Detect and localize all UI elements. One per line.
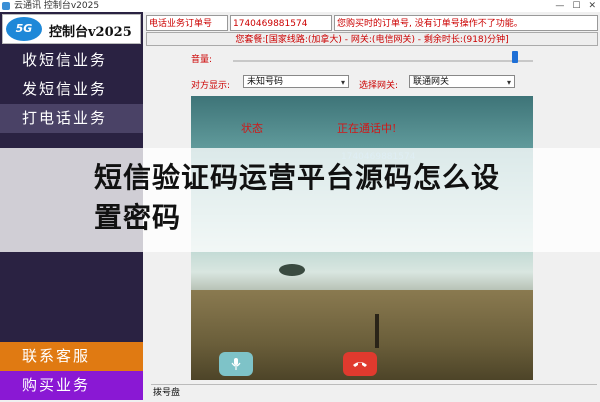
caller-display-label: 对方显示: — [191, 81, 231, 91]
order-number-field[interactable]: 1740469881574 — [230, 15, 332, 31]
order-hint: 您购买时的订单号, 没有订单号操作不了功能。 — [334, 15, 598, 31]
dialpad-tab[interactable]: 拨号盘 — [151, 384, 597, 400]
volume-label: 音量: — [191, 55, 213, 65]
microphone-icon — [231, 358, 241, 370]
hang-up-button[interactable] — [343, 352, 377, 376]
app-icon — [2, 2, 10, 10]
sidebar-item-send-sms[interactable]: 发短信业务 — [0, 75, 143, 104]
volume-slider[interactable] — [233, 60, 533, 62]
sidebar-item-receive-sms[interactable]: 收短信业务 — [0, 46, 143, 75]
order-label: 电话业务订单号 — [146, 15, 228, 31]
volume-slider-thumb[interactable] — [512, 51, 518, 63]
maximize-icon[interactable]: ☐ — [572, 1, 580, 11]
tree-graphic — [279, 264, 305, 276]
window-controls: — ☐ ✕ — [547, 0, 596, 12]
close-icon[interactable]: ✕ — [588, 1, 596, 11]
call-status-label: 状态 — [241, 122, 263, 135]
caller-display-value: 未知号码 — [247, 77, 284, 87]
mute-button[interactable] — [219, 352, 253, 376]
caller-display-select[interactable]: 未知号码 ▾ — [243, 75, 349, 88]
phone-hangup-icon — [353, 362, 367, 367]
plan-info: 您套餐:[国家线路:(加拿大) - 网关:(电信网关) - 剩余时长:(918)… — [146, 32, 598, 46]
sidebar-item-call[interactable]: 打电话业务 — [0, 104, 143, 133]
minimize-icon[interactable]: — — [555, 1, 564, 11]
sidebar-item-buy[interactable]: 购买业务 — [0, 371, 143, 400]
window-title: 云通讯 控制台v2025 — [14, 1, 100, 11]
logo-text: 控制台v2025 — [49, 25, 132, 40]
title-bar: 云通讯 控制台v2025 — ☐ ✕ — [0, 0, 600, 12]
chevron-down-icon: ▾ — [340, 78, 345, 87]
order-bar: 电话业务订单号 1740469881574 您购买时的订单号, 没有订单号操作不… — [146, 15, 598, 31]
logo-badge: 5G — [6, 17, 42, 41]
sidebar-item-contact-support[interactable]: 联系客服 — [0, 342, 143, 371]
call-status-text: 正在通话中! — [337, 122, 397, 135]
post-graphic — [375, 314, 379, 348]
chevron-down-icon: ▾ — [506, 78, 511, 87]
overlay-title: 短信验证码运营平台源码怎么设置密码 — [94, 161, 501, 234]
logo: 5G 控制台v2025 — [2, 14, 141, 44]
gateway-select[interactable]: 联通网关 ▾ — [409, 75, 515, 88]
gateway-label: 选择网关: — [359, 81, 399, 91]
gateway-value: 联通网关 — [413, 77, 450, 87]
